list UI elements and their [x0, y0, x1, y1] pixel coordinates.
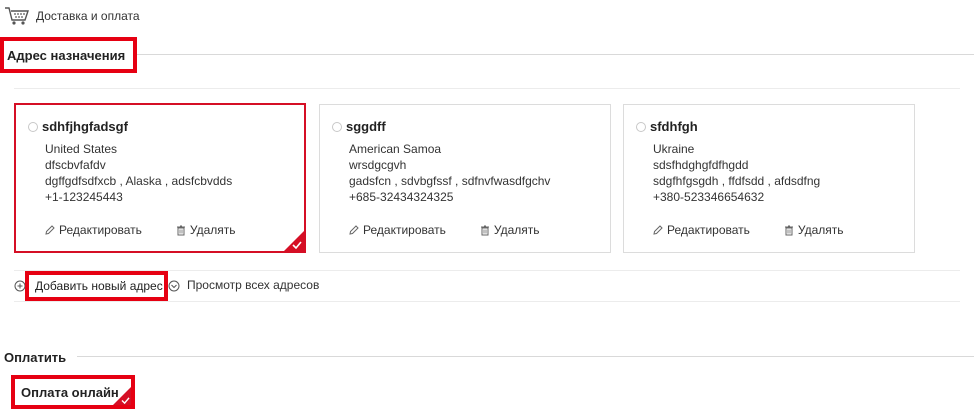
address-country: Ukraine — [653, 142, 695, 156]
address-phone: +1-123245443 — [45, 190, 123, 204]
edit-address-button[interactable]: Редактировать — [653, 223, 750, 237]
links-divider-bottom — [14, 301, 960, 302]
address-phone: +685-32434324325 — [349, 190, 454, 204]
payment-section-divider — [77, 356, 974, 357]
pencil-icon — [349, 225, 359, 235]
address-street: sdsfhdghgfdfhgdd — [653, 158, 749, 172]
address-city-line: sdgfhfgsgdh , ffdfsdd , afdsdfng — [653, 174, 821, 188]
address-phone: +380-523346654632 — [653, 190, 765, 204]
address-card[interactable]: sggdff American Samoa wrsdgcgvh gadsfcn … — [319, 104, 611, 253]
address-country: American Samoa — [349, 142, 442, 156]
pencil-icon — [653, 225, 663, 235]
trash-icon — [784, 225, 793, 235]
trash-icon — [480, 225, 489, 235]
add-new-address-label: Добавить новый адрес — [35, 279, 163, 293]
delete-address-label: Удалять — [797, 223, 844, 237]
address-radio[interactable] — [28, 121, 38, 132]
address-card[interactable]: sfdhfgh Ukraine sdsfhdghgfdfhgdd sdgfhfg… — [623, 104, 915, 253]
address-name: sdhfjhgfadsgf — [42, 119, 128, 134]
address-name: sfdhfgh — [650, 119, 698, 134]
online-payment-label: Оплата онлайн — [21, 384, 119, 400]
address-card[interactable]: sdhfjhgfadsgf United States dfscbvfafdv … — [14, 103, 306, 253]
add-new-address-button[interactable]: Добавить новый адрес — [25, 271, 168, 301]
address-street: dfscbvfafdv — [45, 158, 106, 172]
address-radio[interactable] — [636, 121, 646, 132]
edit-address-button[interactable]: Редактировать — [349, 223, 446, 237]
cart-icon — [5, 7, 29, 25]
edit-address-label: Редактировать — [363, 223, 446, 237]
check-icon — [292, 241, 302, 249]
payment-section-title: Оплатить — [4, 350, 67, 365]
cards-divider-top — [14, 88, 960, 89]
address-section-title-text: Адрес назначения — [7, 47, 126, 63]
address-name: sggdff — [346, 119, 386, 134]
edit-address-label: Редактировать — [59, 223, 142, 237]
delete-address-label: Удалять — [189, 223, 236, 237]
edit-address-button[interactable]: Редактировать — [45, 223, 142, 237]
online-payment-option[interactable]: Оплата онлайн — [11, 375, 135, 409]
section-divider — [137, 54, 974, 55]
delete-address-button[interactable]: Удалять — [480, 223, 540, 237]
delete-address-button[interactable]: Удалять — [176, 223, 236, 237]
breadcrumb: Доставка и оплата — [4, 6, 140, 26]
address-section-title: Адрес назначения — [0, 37, 137, 73]
chevron-down-circle-icon[interactable] — [168, 280, 180, 292]
address-city-line: dgffgdfsdfxcb , Alaska , adsfcbvdds — [45, 174, 233, 188]
address-city-line: gadsfcn , sdvbgfssf , sdfnvfwasdfgchv — [349, 174, 551, 188]
view-all-addresses-link[interactable]: Просмотр всех адресов — [187, 278, 319, 292]
check-icon — [121, 397, 130, 404]
address-country: United States — [45, 142, 118, 156]
address-radio[interactable] — [332, 121, 342, 132]
delete-address-button[interactable]: Удалять — [784, 223, 844, 237]
edit-address-label: Редактировать — [667, 223, 750, 237]
delete-address-label: Удалять — [493, 223, 540, 237]
pencil-icon — [45, 225, 55, 235]
address-street: wrsdgcgvh — [349, 158, 407, 172]
breadcrumb-label: Доставка и оплата — [36, 9, 140, 23]
trash-icon — [176, 225, 185, 235]
